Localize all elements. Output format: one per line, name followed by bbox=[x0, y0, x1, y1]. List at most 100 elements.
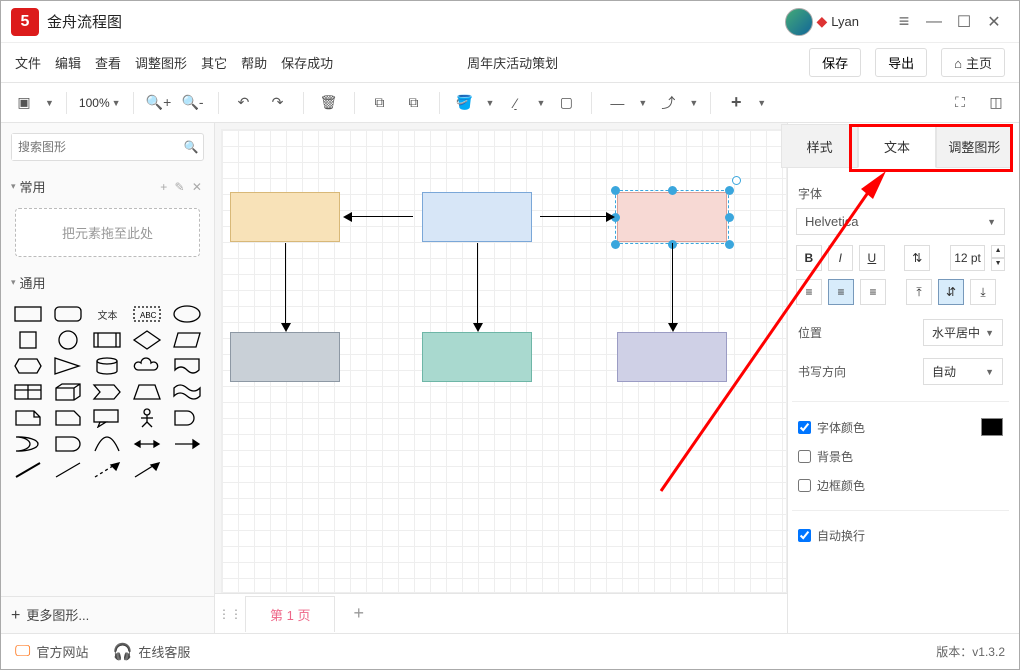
shape-hexagon[interactable] bbox=[13, 356, 43, 376]
user-avatar[interactable] bbox=[785, 8, 813, 36]
shape-cube[interactable] bbox=[53, 382, 83, 402]
shape-square[interactable] bbox=[13, 330, 43, 350]
undo-icon[interactable]: ↶ bbox=[231, 89, 257, 117]
italic-button[interactable]: I bbox=[828, 245, 854, 271]
valign-middle-button[interactable]: ⇵ bbox=[938, 279, 964, 305]
minimize-button[interactable]: — bbox=[919, 13, 949, 31]
shape-triangle[interactable] bbox=[53, 356, 83, 376]
shape-tape[interactable] bbox=[172, 382, 202, 402]
shape-diamond[interactable] bbox=[132, 330, 162, 350]
direction-select[interactable]: 自动▼ bbox=[923, 358, 1003, 385]
official-site-link[interactable]: 🖵官方网站 bbox=[15, 642, 88, 661]
shape-node[interactable] bbox=[617, 332, 727, 382]
fullscreen-icon[interactable]: ⛶ bbox=[947, 89, 973, 117]
section-common[interactable]: 常用 bbox=[20, 177, 46, 196]
shape-text[interactable]: 文本 bbox=[92, 304, 122, 324]
bold-button[interactable]: B bbox=[796, 245, 822, 271]
shape-node[interactable] bbox=[230, 192, 340, 242]
align-left-button[interactable]: ≡ bbox=[796, 279, 822, 305]
page-handle-icon[interactable]: ⋮⋮ bbox=[215, 607, 245, 621]
shape-callout[interactable] bbox=[92, 408, 122, 428]
shape-dasharrow[interactable] bbox=[92, 460, 122, 480]
shape-textbox[interactable]: ABC bbox=[132, 304, 162, 324]
vertical-text-button[interactable]: ⇅ bbox=[904, 245, 930, 271]
username[interactable]: Lyan bbox=[831, 14, 859, 29]
page-tab[interactable]: 第 1 页 bbox=[245, 596, 335, 632]
menu-view[interactable]: 查看 bbox=[95, 53, 121, 72]
shape-parallelogram[interactable] bbox=[172, 330, 202, 350]
panels-icon[interactable]: ◫ bbox=[983, 89, 1009, 117]
shape-cylinder[interactable] bbox=[92, 356, 122, 376]
menu-file[interactable]: 文件 bbox=[15, 53, 41, 72]
underline-button[interactable]: U bbox=[859, 245, 885, 271]
shape-trapezoid[interactable] bbox=[132, 382, 162, 402]
section-general[interactable]: 通用 bbox=[20, 273, 46, 292]
shape-and[interactable] bbox=[172, 408, 202, 428]
shape-rect[interactable] bbox=[13, 304, 43, 324]
close-button[interactable]: ✕ bbox=[979, 12, 1009, 32]
font-color-swatch[interactable] bbox=[981, 418, 1003, 436]
menu-other[interactable]: 其它 bbox=[201, 53, 227, 72]
home-button[interactable]: ⌂主页 bbox=[941, 48, 1005, 77]
align-center-button[interactable]: ≡ bbox=[828, 279, 854, 305]
border-color-check[interactable] bbox=[798, 479, 811, 492]
align-right-button[interactable]: ≡ bbox=[860, 279, 886, 305]
shape-node[interactable] bbox=[422, 192, 532, 242]
shape-ellipse[interactable] bbox=[172, 304, 202, 324]
menu-adjust[interactable]: 调整图形 bbox=[135, 53, 187, 72]
shape-document[interactable] bbox=[172, 356, 202, 376]
shape-line[interactable] bbox=[53, 460, 83, 480]
shape-or[interactable] bbox=[13, 434, 43, 454]
shape-conn[interactable] bbox=[132, 460, 162, 480]
shape-biarrow[interactable] bbox=[132, 434, 162, 454]
to-front-icon[interactable]: ⧉ bbox=[367, 89, 393, 117]
canvas[interactable] bbox=[221, 129, 787, 593]
search-icon[interactable]: 🔍 bbox=[179, 134, 203, 160]
save-button[interactable]: 保存 bbox=[809, 48, 861, 77]
shape-table[interactable] bbox=[13, 382, 43, 402]
delete-icon[interactable]: 🗑 bbox=[316, 89, 342, 117]
dropzone[interactable]: 把元素拖至此处 bbox=[15, 208, 200, 257]
shape-step[interactable] bbox=[92, 382, 122, 402]
menu-edit[interactable]: 编辑 bbox=[55, 53, 81, 72]
shape-circle[interactable] bbox=[53, 330, 83, 350]
tab-style[interactable]: 样式 bbox=[781, 124, 858, 168]
wrap-check[interactable] bbox=[798, 529, 811, 542]
size-up[interactable]: ▲ bbox=[991, 245, 1005, 258]
connector-icon[interactable]: — bbox=[604, 89, 630, 117]
shape-datastore[interactable] bbox=[53, 434, 83, 454]
add-page-button[interactable]: + bbox=[353, 603, 364, 624]
fill-icon[interactable]: 🪣 bbox=[452, 89, 478, 117]
shape-arrow[interactable] bbox=[172, 434, 202, 454]
shape-actor[interactable] bbox=[132, 408, 162, 428]
position-select[interactable]: 水平居中▼ bbox=[923, 319, 1003, 346]
redo-icon[interactable]: ↷ bbox=[265, 89, 291, 117]
zoom-out-icon[interactable]: 🔍- bbox=[180, 89, 206, 117]
hamburger-icon[interactable]: ≡ bbox=[889, 11, 919, 32]
shape-roundrect[interactable] bbox=[53, 304, 83, 324]
shape-cloud[interactable] bbox=[132, 356, 162, 376]
font-select[interactable]: Helvetica▼ bbox=[796, 208, 1005, 235]
font-color-check[interactable] bbox=[798, 421, 811, 434]
tab-text[interactable]: 文本 bbox=[858, 124, 935, 168]
valign-bottom-button[interactable]: ⤓ bbox=[970, 279, 996, 305]
tab-adjust[interactable]: 调整图形 bbox=[936, 124, 1013, 168]
document-title[interactable]: 周年庆活动策划 bbox=[467, 53, 558, 72]
maximize-button[interactable]: ☐ bbox=[949, 12, 979, 32]
bg-color-check[interactable] bbox=[798, 450, 811, 463]
shape-curve[interactable] bbox=[92, 434, 122, 454]
section-tools[interactable]: + ✎ ✕ bbox=[160, 180, 204, 194]
zoom-in-icon[interactable]: 🔍+ bbox=[146, 89, 172, 117]
shadow-icon[interactable]: ▢ bbox=[553, 89, 579, 117]
search-input[interactable]: 🔍 bbox=[11, 133, 204, 161]
export-button[interactable]: 导出 bbox=[875, 48, 927, 77]
line-color-icon[interactable]: ⁄ bbox=[502, 89, 528, 117]
more-shapes[interactable]: 更多图形... bbox=[26, 608, 89, 623]
add-icon[interactable]: + bbox=[723, 89, 749, 117]
shape-dline[interactable] bbox=[13, 460, 43, 480]
customer-service-link[interactable]: 🎧在线客服 bbox=[112, 642, 190, 662]
zoom-level[interactable]: 100% bbox=[79, 96, 110, 110]
shape-node[interactable] bbox=[422, 332, 532, 382]
size-down[interactable]: ▼ bbox=[991, 258, 1005, 271]
shape-card[interactable] bbox=[53, 408, 83, 428]
